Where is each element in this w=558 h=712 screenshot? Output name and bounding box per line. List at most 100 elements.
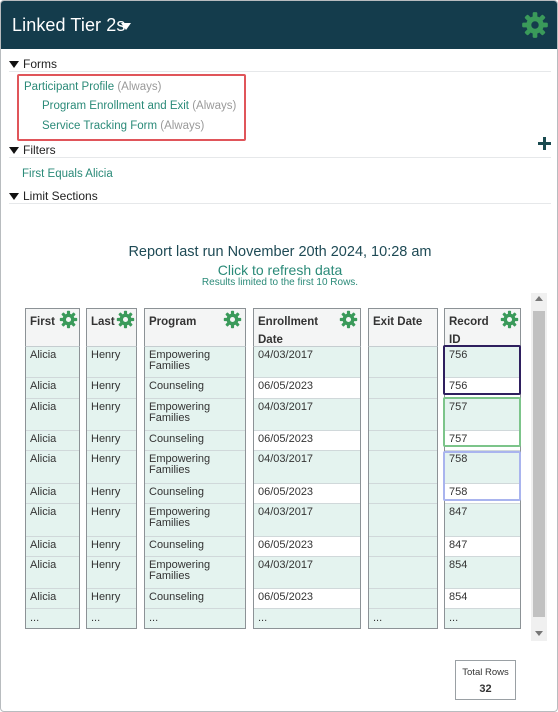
column-header-exit[interactable]: Exit Date	[368, 308, 438, 346]
column-gear-icon[interactable]	[59, 310, 78, 329]
total-rows-label: Total Rows	[462, 667, 509, 678]
table-cell-program: Counseling	[149, 433, 205, 445]
row-divider	[26, 556, 79, 557]
table-cell-program: Counseling	[149, 380, 205, 392]
results-limit-note: Results limited to the first 10 Rows.	[201, 277, 359, 288]
row-divider	[254, 430, 360, 431]
column-gear-icon[interactable]	[339, 310, 358, 329]
caret-down-icon[interactable]	[121, 23, 131, 30]
row-divider	[26, 450, 79, 451]
table-cell-program: Counseling	[149, 591, 205, 603]
record-id-highlight-box	[443, 345, 521, 395]
refresh-link: Click to refresh data	[1, 262, 557, 278]
row-divider	[87, 608, 136, 609]
row-divider	[254, 536, 360, 537]
column-gear-icon[interactable]	[500, 310, 519, 329]
total-rows-value: 32	[479, 683, 492, 695]
table-cell-enrollment: 06/05/2023	[258, 539, 314, 551]
filters-section-toggle[interactable]: Filters	[9, 143, 56, 157]
refresh-link-text[interactable]: Click to refresh data	[218, 262, 343, 278]
column-header-label: Record ID	[449, 316, 489, 346]
scroll-thumb[interactable]	[533, 311, 545, 617]
table-ellipsis: ...	[91, 612, 101, 624]
table-ellipsis: ...	[373, 612, 383, 624]
table-cell-enrollment: 04/03/2017	[258, 401, 314, 413]
table-ellipsis: ...	[149, 612, 159, 624]
table-cell-program: Empowering Families	[149, 453, 211, 476]
limit-sections-toggle[interactable]: Limit Sections	[9, 189, 98, 203]
column-header-enrollment[interactable]: Enrollment Date	[253, 308, 361, 346]
row-divider	[26, 377, 79, 378]
table-cell-first: Alicia	[30, 539, 57, 551]
record-id-highlight-box	[443, 397, 521, 447]
row-divider	[26, 608, 79, 609]
row-divider	[26, 483, 79, 484]
row-divider	[87, 503, 136, 504]
total-rows-box: Total Rows 32	[455, 660, 516, 700]
table-cell-first: Alicia	[30, 453, 57, 465]
row-divider	[87, 536, 136, 537]
table-scrollbar[interactable]	[531, 293, 547, 641]
column-header-record[interactable]: Record ID	[444, 308, 521, 346]
row-divider	[445, 588, 520, 589]
panel-title[interactable]: Linked Tier 2s	[12, 15, 125, 36]
row-divider	[254, 556, 360, 557]
table-ellipsis: ...	[30, 612, 40, 624]
row-divider	[369, 608, 437, 609]
scroll-up-icon[interactable]	[535, 296, 543, 301]
column-header-last[interactable]: Last	[86, 308, 137, 346]
table-cell-first: Alicia	[30, 401, 57, 413]
table-cell-program: Empowering Families	[149, 349, 211, 372]
row-divider	[145, 536, 245, 537]
plus-icon[interactable]	[538, 137, 551, 150]
row-divider	[254, 483, 360, 484]
gear-icon[interactable]	[521, 11, 549, 39]
row-divider	[369, 483, 437, 484]
table-cell-record: 847	[449, 506, 468, 518]
row-divider	[87, 483, 136, 484]
column-header-label: Program	[149, 316, 197, 328]
column-gear-icon[interactable]	[116, 310, 135, 329]
row-divider	[87, 377, 136, 378]
divider	[9, 203, 551, 204]
row-divider	[145, 503, 245, 504]
table-cell-record: 854	[449, 591, 468, 603]
table-cell-record: 854	[449, 559, 468, 571]
table-cell-enrollment: 04/03/2017	[258, 559, 314, 571]
column-header-label: Last	[91, 316, 115, 328]
table-cell-last: Henry	[91, 486, 121, 498]
column-header-program[interactable]: Program	[144, 308, 246, 346]
forms-section-toggle[interactable]: Forms	[9, 57, 57, 71]
row-divider	[26, 536, 79, 537]
column-header-first[interactable]: First	[25, 308, 80, 346]
row-divider	[145, 483, 245, 484]
table-cell-first: Alicia	[30, 486, 57, 498]
table-cell-last: Henry	[91, 506, 121, 518]
row-divider	[369, 450, 437, 451]
row-divider	[26, 430, 79, 431]
table-cell-last: Henry	[91, 380, 121, 392]
row-divider	[254, 398, 360, 399]
row-divider	[145, 430, 245, 431]
row-divider	[26, 503, 79, 504]
table-cell-program: Empowering Families	[149, 559, 211, 582]
table-cell-first: Alicia	[30, 506, 57, 518]
table-cell-last: Henry	[91, 539, 121, 551]
triangle-down-icon	[9, 146, 19, 154]
table-cell-enrollment: 06/05/2023	[258, 433, 314, 445]
table-cell-enrollment: 04/03/2017	[258, 349, 314, 361]
table-cell-first: Alicia	[30, 349, 57, 361]
column-gear-icon[interactable]	[223, 310, 242, 329]
report-last-run: Report last run November 20th 2024, 10:2…	[128, 244, 432, 260]
table-cell-first: Alicia	[30, 559, 57, 571]
row-divider	[445, 556, 520, 557]
row-divider	[369, 556, 437, 557]
row-divider	[445, 503, 520, 504]
triangle-down-icon	[9, 60, 19, 68]
scroll-down-icon[interactable]	[535, 631, 543, 636]
row-divider	[445, 536, 520, 537]
table-cell-last: Henry	[91, 591, 121, 603]
filter-item[interactable]: First Equals Alicia	[22, 168, 113, 180]
row-divider	[369, 503, 437, 504]
table-cell-program: Counseling	[149, 486, 205, 498]
